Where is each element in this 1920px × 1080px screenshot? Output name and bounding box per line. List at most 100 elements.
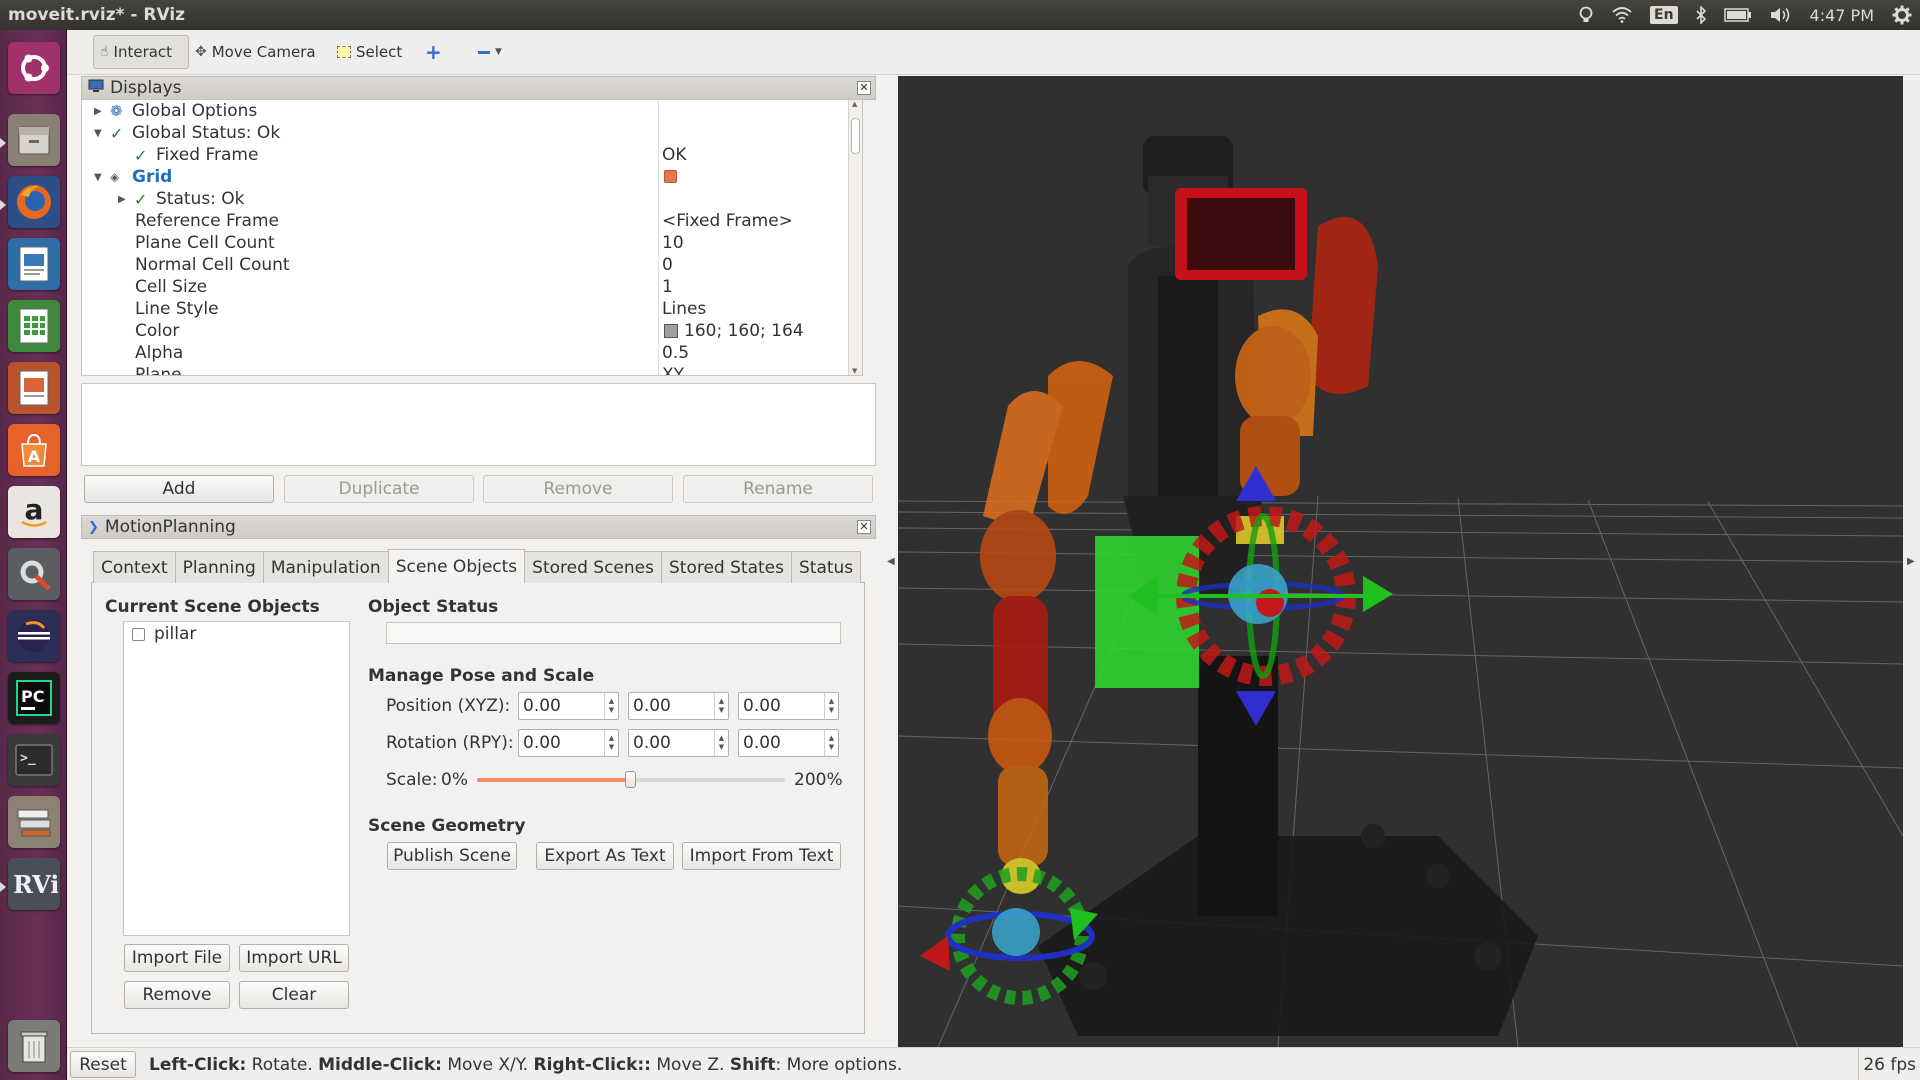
close-icon[interactable]: ✕ (857, 81, 871, 95)
tab-status[interactable]: Status (790, 551, 862, 583)
remove-tool-menu[interactable]: ▼ (472, 35, 508, 69)
export-as-text-button[interactable]: Export As Text (536, 842, 674, 870)
eclipse-icon[interactable] (8, 610, 60, 662)
color-swatch[interactable] (664, 324, 678, 338)
object-checkbox[interactable] (132, 628, 145, 641)
libreoffice-writer-icon[interactable] (8, 238, 60, 290)
list-item[interactable]: pillar (124, 622, 349, 646)
interact-tool-button[interactable]: ☝ Interact (93, 35, 189, 69)
spin-arrows-icon[interactable]: ▲ ▼ (604, 693, 618, 719)
tree-row-plane[interactable]: Plane XY (82, 364, 862, 375)
tree-row-status[interactable]: ▶ ✓ Status: Ok (82, 188, 862, 210)
scroll-down-icon[interactable]: ▼ (852, 367, 857, 375)
tab-planning[interactable]: Planning (174, 551, 264, 583)
tab-stored-states[interactable]: Stored States (661, 551, 792, 583)
tree-value[interactable]: 10 (662, 233, 684, 253)
tree-row-reference-frame[interactable]: Reference Frame <Fixed Frame> (82, 210, 862, 232)
expand-arrow-icon[interactable]: ▶ (118, 194, 126, 205)
rotation-p-spinbox[interactable]: 0.00 ▲ ▼ (628, 729, 729, 757)
spin-arrows-icon[interactable]: ▲ ▼ (714, 693, 728, 719)
tab-manipulation[interactable]: Manipulation (262, 551, 389, 583)
collapse-left-arrow-icon[interactable]: ◀ (887, 556, 895, 567)
software-center-icon[interactable]: A (8, 424, 60, 476)
amazon-icon[interactable]: a (8, 486, 60, 538)
close-icon[interactable]: ✕ (857, 520, 871, 534)
tree-value[interactable]: <Fixed Frame> (662, 211, 793, 231)
reset-button[interactable]: Reset (70, 1051, 136, 1078)
notification-icon[interactable] (1578, 6, 1594, 24)
spin-arrows-icon[interactable]: ▲ ▼ (824, 730, 838, 756)
tab-stored-scenes[interactable]: Stored Scenes (524, 551, 662, 583)
clear-button[interactable]: Clear (239, 981, 349, 1009)
position-x-spinbox[interactable]: 0.00 ▲ ▼ (518, 692, 619, 720)
rotation-r-spinbox[interactable]: 0.00 ▲ ▼ (518, 729, 619, 757)
keyboard-layout-indicator[interactable]: En (1650, 6, 1678, 24)
ubuntu-dash-icon[interactable] (8, 42, 60, 94)
libreoffice-impress-icon[interactable] (8, 362, 60, 414)
collapse-arrow-icon[interactable]: ▼ (94, 128, 102, 139)
tree-row-global-options[interactable]: ▶ ❁ Global Options (82, 100, 862, 122)
tree-value[interactable]: 1 (662, 277, 673, 297)
expand-right-arrow-icon[interactable]: ▶ (1907, 556, 1915, 567)
add-tool-icon[interactable]: + (419, 35, 448, 69)
select-tool-button[interactable]: Select (331, 35, 408, 69)
scroll-up-icon[interactable]: ▲ (852, 100, 857, 108)
tree-row-grid[interactable]: ▼ ◈ Grid (82, 166, 862, 188)
remove-object-button[interactable]: Remove (124, 981, 230, 1009)
tree-value[interactable]: 0.5 (662, 343, 689, 363)
tree-row-global-status[interactable]: ▼ ✓ Global Status: Ok (82, 122, 862, 144)
tree-row-cell-size[interactable]: Cell Size 1 (82, 276, 862, 298)
clock[interactable]: 4:47 PM (1810, 6, 1874, 25)
position-y-spinbox[interactable]: 0.00 ▲ ▼ (628, 692, 729, 720)
expand-arrow-icon[interactable]: ▶ (94, 106, 102, 117)
add-button[interactable]: Add (84, 475, 274, 503)
spin-arrows-icon[interactable]: ▲ ▼ (604, 730, 618, 756)
spin-arrows-icon[interactable]: ▲ ▼ (714, 730, 728, 756)
import-from-text-button[interactable]: Import From Text (682, 842, 841, 870)
duplicate-button[interactable]: Duplicate (284, 475, 474, 503)
move-camera-tool-button[interactable]: ✥ Move Camera (189, 35, 322, 69)
spin-arrows-icon[interactable]: ▲ ▼ (824, 693, 838, 719)
pycharm-icon[interactable]: PC (8, 672, 60, 724)
tree-value[interactable]: XY (662, 365, 684, 375)
files-icon[interactable] (8, 114, 60, 166)
grid-enabled-checkbox[interactable] (664, 170, 677, 183)
system-settings-icon[interactable] (8, 548, 60, 600)
tree-row-normal-cell-count[interactable]: Normal Cell Count 0 (82, 254, 862, 276)
tree-row-line-style[interactable]: Line Style Lines (82, 298, 862, 320)
firefox-icon[interactable] (8, 176, 60, 228)
position-z-spinbox[interactable]: 0.00 ▲ ▼ (738, 692, 839, 720)
tree-value[interactable]: 160; 160; 164 (684, 321, 804, 341)
import-file-button[interactable]: Import File (124, 944, 230, 972)
tree-value[interactable]: 0 (662, 255, 673, 275)
tree-row-plane-cell-count[interactable]: Plane Cell Count 10 (82, 232, 862, 254)
collapse-arrow-icon[interactable]: ▼ (94, 172, 102, 183)
trash-icon[interactable] (8, 1020, 60, 1072)
tree-row-fixed-frame[interactable]: ✓ Fixed Frame OK (82, 144, 862, 166)
tab-scene-objects[interactable]: Scene Objects (387, 549, 526, 583)
render-3d-viewport[interactable] (898, 76, 1903, 1047)
rename-button[interactable]: Rename (683, 475, 873, 503)
gear-icon[interactable] (1892, 5, 1912, 25)
wifi-icon[interactable] (1612, 7, 1632, 23)
terminal-icon[interactable]: >_ (8, 734, 60, 786)
tab-context[interactable]: Context (93, 551, 176, 583)
displays-scrollbar[interactable]: ▲ ▼ (848, 100, 862, 375)
tree-row-alpha[interactable]: Alpha 0.5 (82, 342, 862, 364)
battery-icon[interactable] (1723, 8, 1752, 22)
rotation-y-spinbox[interactable]: 0.00 ▲ ▼ (738, 729, 839, 757)
scale-slider[interactable] (477, 771, 785, 788)
scrollbar-thumb[interactable] (851, 118, 860, 154)
tree-row-color[interactable]: Color 160; 160; 164 (82, 320, 862, 342)
volume-icon[interactable] (1770, 7, 1792, 23)
rviz-icon[interactable]: RViz (8, 858, 60, 910)
remove-display-button[interactable]: Remove (483, 475, 673, 503)
scene-objects-list[interactable]: pillar (123, 621, 350, 936)
bluetooth-icon[interactable] (1695, 6, 1706, 24)
scale-slider-handle[interactable] (625, 771, 636, 788)
import-url-button[interactable]: Import URL (239, 944, 349, 972)
tree-value[interactable]: Lines (662, 299, 706, 319)
publish-scene-button[interactable]: Publish Scene (387, 842, 517, 870)
libreoffice-calc-icon[interactable] (8, 300, 60, 352)
stacked-windows-icon[interactable] (8, 796, 60, 848)
